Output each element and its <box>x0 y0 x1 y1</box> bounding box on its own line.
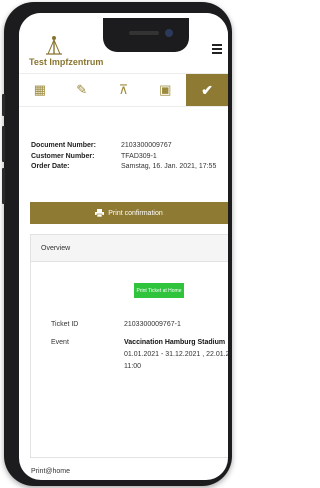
document-number-label: Document Number: <box>31 142 96 149</box>
print-confirmation-button[interactable]: Print confirmation <box>30 202 228 224</box>
order-date-value: Samstag, 16. Jan. 2021, 17:55 <box>121 163 217 170</box>
printer-icon <box>95 209 105 217</box>
check-icon: ✔ <box>201 81 213 98</box>
overview-card: Overview Print Ticket at Home Ticket ID … <box>30 234 228 458</box>
customer-number-label: Customer Number: <box>31 152 95 160</box>
phone-volume-up-button <box>2 126 5 162</box>
event-label: Event <box>51 339 69 346</box>
calendar-icon: ▦ <box>33 82 47 97</box>
step-vaccination[interactable]: ✎ <box>61 74 103 106</box>
print-ticket-button[interactable]: Print Ticket at Home <box>134 283 184 298</box>
speaker-grille <box>129 31 159 35</box>
syringe-icon: ✎ <box>76 82 88 97</box>
phone-screen: Test Impfzentrum ▦ ✎ ⊼ ▣ ✔ Document Numb… <box>19 13 228 480</box>
phone-notch <box>103 18 189 52</box>
logo-mark-icon <box>46 36 62 55</box>
print-at-home-label: Print@home <box>31 468 71 475</box>
step-confirmation[interactable]: ✔ <box>186 74 228 106</box>
ticket-id-label: Ticket ID <box>51 321 79 328</box>
checkout-steps: ▦ ✎ ⊼ ▣ ✔ <box>19 73 228 107</box>
event-name: Vaccination Hamburg Stadium <box>124 339 226 346</box>
order-date-label: Order Date: <box>31 163 70 170</box>
step-calendar[interactable]: ▦ <box>19 74 61 106</box>
document-number-value: 2103300009767 <box>121 142 172 149</box>
step-cart[interactable]: ⊼ <box>103 74 145 106</box>
hamburger-menu-icon[interactable] <box>212 44 222 56</box>
phone-frame: Test Impfzentrum ▦ ✎ ⊼ ▣ ✔ Document Numb… <box>2 2 232 486</box>
app-logo[interactable]: Test Impfzentrum <box>27 35 103 69</box>
step-payment[interactable]: ▣ <box>144 74 186 106</box>
phone-volume-down-button <box>2 168 5 204</box>
payment-icon: ▣ <box>159 82 172 97</box>
overview-header: Overview <box>31 235 228 262</box>
print-confirmation-label: Print confirmation <box>108 209 163 217</box>
ticket-id-value: 2103300009767-1 <box>124 321 181 328</box>
event-time: 11:00 <box>124 363 141 370</box>
customer-number-value: TFAD309-1 <box>121 152 157 160</box>
event-dates: 01.01.2021 - 31.12.2021 , 22.01.2021 <box>124 351 228 358</box>
overview-title: Overview <box>41 244 71 252</box>
front-camera <box>165 29 173 37</box>
phone-side-button <box>2 94 5 116</box>
logo-text: Test Impfzentrum <box>29 57 104 67</box>
cart-icon: ⊼ <box>118 82 129 97</box>
